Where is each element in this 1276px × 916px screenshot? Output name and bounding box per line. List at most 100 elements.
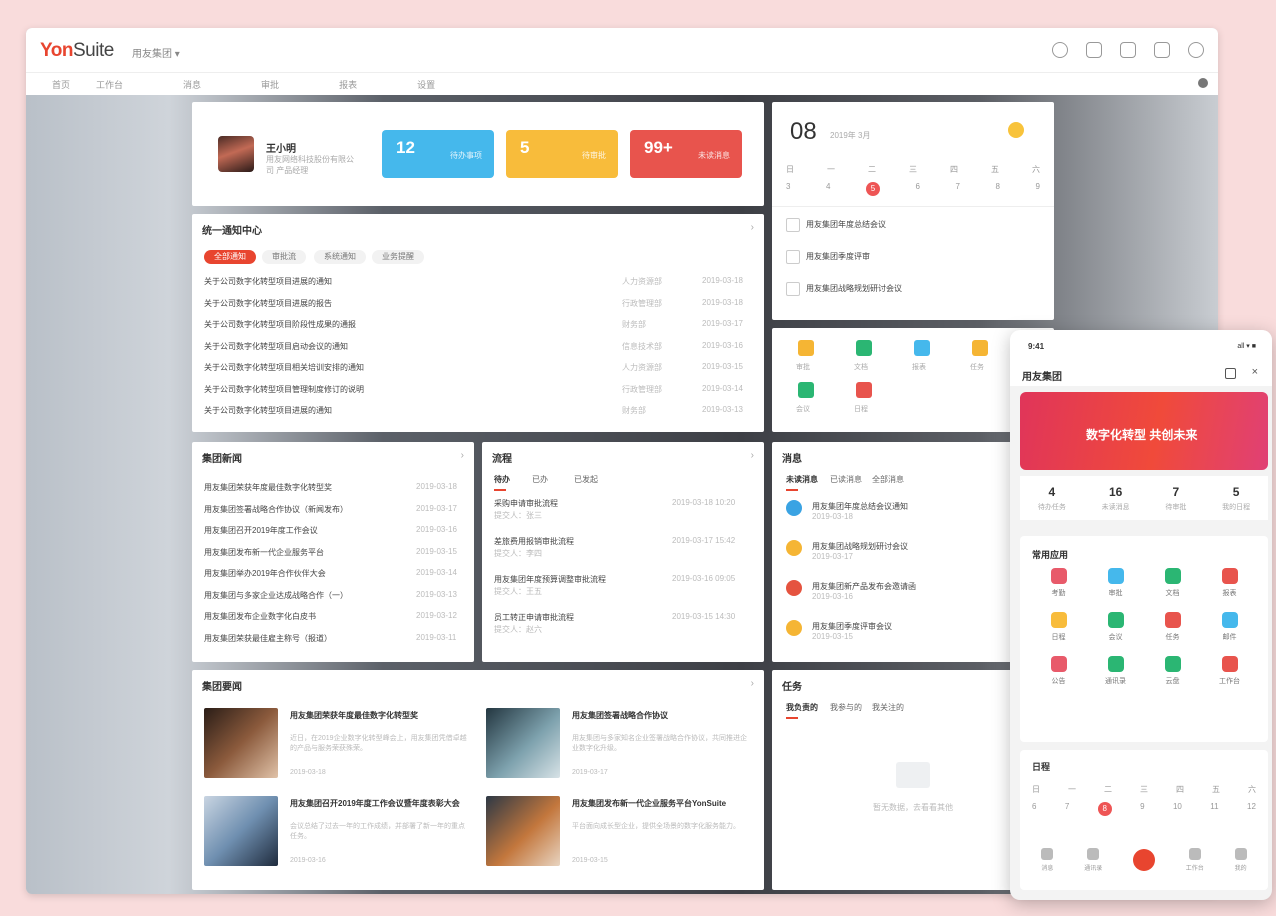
todo-item[interactable]: 用友集团战略规划研讨会议: [786, 282, 902, 296]
mobile-cal-day[interactable]: 7: [1065, 802, 1069, 816]
notice-row[interactable]: 关于公司数字化转型项目进展的通知: [204, 405, 332, 416]
calendar-day[interactable]: 7: [956, 182, 960, 196]
tab-todo[interactable]: 待办: [494, 474, 510, 491]
mobile-app[interactable]: 云盘: [1144, 656, 1201, 686]
calendar-day[interactable]: 4: [826, 182, 830, 196]
tab-done[interactable]: 已办: [532, 474, 548, 485]
checkbox-icon[interactable]: [786, 218, 800, 232]
avatar[interactable]: [218, 136, 254, 172]
notice-row[interactable]: 关于公司数字化转型项目启动会议的通知: [204, 341, 348, 352]
tab-unread[interactable]: 未读消息: [786, 474, 818, 491]
mobile-tab[interactable]: 消息: [1041, 848, 1053, 872]
news-row[interactable]: 用友集团与多家企业达成战略合作（一）: [204, 590, 348, 601]
app-logo[interactable]: YonSuite: [40, 40, 114, 62]
nav-item[interactable]: 消息: [183, 78, 201, 91]
settings-icon[interactable]: [1198, 78, 1208, 88]
checkbox-icon[interactable]: [786, 282, 800, 296]
news-title[interactable]: 用友集团签署战略合作协议: [572, 710, 752, 721]
tab-started[interactable]: 已发起: [574, 474, 598, 485]
mobile-app[interactable]: 公告: [1030, 656, 1087, 686]
mobile-stat[interactable]: 7 待审批: [1165, 485, 1186, 512]
mobile-app[interactable]: 报表: [1201, 568, 1258, 598]
message-row[interactable]: 用友集团年度总结会议通知: [812, 501, 908, 512]
mobile-cal-day[interactable]: 12: [1247, 802, 1256, 816]
tab-joined[interactable]: 我参与的: [830, 702, 862, 713]
mobile-cal-day[interactable]: 8: [1097, 802, 1112, 816]
more-icon[interactable]: ›: [461, 450, 464, 461]
nav-item[interactable]: 报表: [339, 78, 357, 91]
mobile-tab[interactable]: 工作台: [1186, 848, 1204, 872]
todo-item[interactable]: 用友集团年度总结会议: [786, 218, 886, 232]
mobile-cal-day[interactable]: 10: [1173, 802, 1182, 816]
news-row[interactable]: 用友集团签署战略合作协议（新闻发布）: [204, 504, 348, 515]
filter-pill[interactable]: 审批流: [262, 250, 306, 264]
mobile-stat[interactable]: 16 未读消息: [1102, 485, 1130, 512]
news-row[interactable]: 用友集团发布企业数字化白皮书: [204, 611, 316, 622]
todo-item[interactable]: 用友集团季度评审: [786, 250, 870, 264]
mobile-cal-day[interactable]: 6: [1032, 802, 1036, 816]
mobile-app[interactable]: 任务: [1144, 612, 1201, 642]
quick-app-icon[interactable]: [972, 340, 988, 356]
mobile-cal-day[interactable]: 9: [1140, 802, 1144, 816]
news-thumbnail[interactable]: [486, 796, 560, 866]
news-title[interactable]: 用友集团荣获年度最佳数字化转型奖: [290, 710, 470, 721]
tab-followed[interactable]: 我关注的: [872, 702, 904, 713]
news-row[interactable]: 用友集团举办2019年合作伙伴大会: [204, 568, 326, 579]
nav-item[interactable]: 审批: [261, 78, 279, 91]
tab-mine[interactable]: 我负责的: [786, 702, 818, 719]
mobile-app[interactable]: 会议: [1087, 612, 1144, 642]
mobile-app[interactable]: 工作台: [1201, 656, 1258, 686]
checkbox-icon[interactable]: [786, 250, 800, 264]
stat-todo[interactable]: 12 待办事项: [382, 130, 494, 178]
mobile-stat[interactable]: 5 我的日程: [1222, 485, 1250, 512]
mobile-app[interactable]: 文档: [1144, 568, 1201, 598]
calendar-day[interactable]: 8: [996, 182, 1000, 196]
org-switcher[interactable]: 用友集团 ▾: [132, 45, 180, 60]
process-row[interactable]: 采购申请审批流程: [494, 498, 558, 509]
news-thumbnail[interactable]: [204, 796, 278, 866]
mobile-app[interactable]: 日程: [1030, 612, 1087, 642]
quick-app-icon[interactable]: [856, 340, 872, 356]
search-icon[interactable]: [1052, 42, 1068, 58]
mobile-app[interactable]: 邮件: [1201, 612, 1258, 642]
share-icon[interactable]: [1154, 42, 1170, 58]
more-icon[interactable]: ›: [751, 678, 754, 689]
close-icon[interactable]: ×: [1252, 366, 1258, 378]
mobile-cal-day[interactable]: 11: [1210, 802, 1218, 816]
process-row[interactable]: 员工转正申请审批流程: [494, 612, 574, 623]
calendar-day[interactable]: 3: [786, 182, 790, 196]
notice-row[interactable]: 关于公司数字化转型项目管理制度修订的说明: [204, 384, 364, 395]
news-row[interactable]: 用友集团召开2019年度工作会议: [204, 525, 318, 536]
more-icon[interactable]: ›: [751, 450, 754, 461]
nav-item[interactable]: 工作台: [96, 78, 123, 91]
mobile-app[interactable]: 审批: [1087, 568, 1144, 598]
news-title[interactable]: 用友集团召开2019年度工作会议暨年度表彰大会: [290, 798, 470, 809]
message-icon[interactable]: [1120, 42, 1136, 58]
mobile-stat[interactable]: 4 待办任务: [1038, 485, 1066, 512]
news-row[interactable]: 用友集团荣获最佳雇主称号（报道）: [204, 633, 332, 644]
mobile-tab[interactable]: 我的: [1234, 848, 1247, 872]
scan-icon[interactable]: [1225, 368, 1236, 379]
filter-pill[interactable]: 业务提醒: [372, 250, 424, 264]
news-thumbnail[interactable]: [486, 708, 560, 778]
user-icon[interactable]: [1188, 42, 1204, 58]
mobile-app[interactable]: 考勤: [1030, 568, 1087, 598]
news-title[interactable]: 用友集团发布新一代企业服务平台YonSuite: [572, 798, 752, 809]
message-row[interactable]: 用友集团季度评审会议: [812, 621, 892, 632]
process-row[interactable]: 差旅费用报销审批流程: [494, 536, 574, 547]
more-icon[interactable]: ›: [751, 222, 754, 233]
mobile-org-title[interactable]: 用友集团: [1022, 368, 1062, 383]
nav-item[interactable]: 首页: [52, 78, 70, 91]
news-thumbnail[interactable]: [204, 708, 278, 778]
notice-row[interactable]: 关于公司数字化转型项目进展的通知: [204, 276, 332, 287]
tab-read[interactable]: 已读消息: [830, 474, 862, 485]
stat-approval[interactable]: 5 待审批: [506, 130, 618, 178]
quick-app-icon[interactable]: [856, 382, 872, 398]
nav-item[interactable]: 设置: [417, 78, 435, 91]
quick-app-icon[interactable]: [798, 340, 814, 356]
calendar-day[interactable]: 5: [866, 182, 880, 196]
notice-row[interactable]: 关于公司数字化转型项目相关培训安排的通知: [204, 362, 364, 373]
calendar-day[interactable]: 9: [1036, 182, 1040, 196]
mobile-banner[interactable]: 数字化转型 共创未来: [1020, 392, 1268, 470]
mobile-tab[interactable]: [1132, 849, 1155, 871]
